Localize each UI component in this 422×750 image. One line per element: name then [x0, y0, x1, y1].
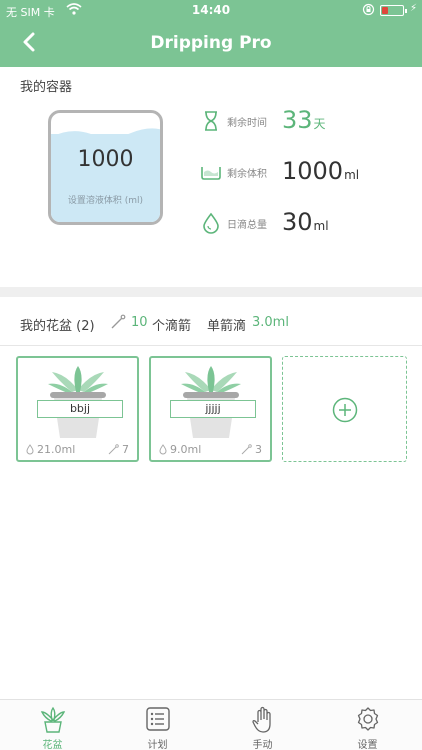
header-bar: 无 SIM 卡 14:40 ⚡ Dripping Pro — [0, 0, 422, 67]
droplet-icon — [203, 212, 219, 234]
pot-volume: 9.0ml — [159, 443, 201, 456]
stat-label: 日滴总量 — [227, 220, 267, 231]
charging-icon: ⚡ — [410, 3, 418, 14]
tab-label: 计划 — [147, 740, 168, 750]
stat-value: 1000ml — [282, 157, 360, 185]
rotation-lock-icon — [362, 3, 375, 19]
tab-bar: 花盆 计划 手动 设置 — [0, 699, 422, 750]
stat-value: 33天 — [282, 106, 326, 134]
hand-icon — [252, 706, 271, 733]
pot-arrow-count: 7 — [108, 443, 129, 456]
tab-label: 手动 — [252, 740, 273, 750]
arrow-count: 10 — [131, 315, 148, 330]
status-bar: 无 SIM 卡 14:40 ⚡ — [0, 0, 422, 22]
tab-manual[interactable]: 手动 — [210, 700, 315, 750]
battery-icon — [380, 5, 407, 16]
water-wave — [51, 128, 160, 141]
stat-remaining-volume: 剩余体积 1000ml — [200, 157, 410, 187]
stat-daily-total: 日滴总量 30ml — [200, 208, 410, 238]
pot-card[interactable]: bbjj 21.0ml 7 — [16, 356, 139, 462]
tab-label: 设置 — [357, 740, 378, 750]
single-drip-value: 3.0ml — [252, 315, 289, 330]
pots-section-title: 我的花盆 (2) — [20, 319, 95, 334]
page-title: Dripping Pro — [150, 33, 272, 53]
hourglass-icon — [205, 111, 217, 131]
plan-list-icon — [146, 707, 170, 731]
pot-name: bbjj — [37, 400, 123, 418]
droplet-icon — [26, 444, 34, 455]
divider-line — [0, 345, 422, 346]
tab-plan[interactable]: 计划 — [105, 700, 210, 750]
gear-icon — [357, 707, 379, 731]
container-section-title: 我的容器 — [20, 80, 73, 95]
section-divider — [0, 287, 422, 297]
pot-arrow-count: 3 — [241, 443, 262, 456]
tank-volume-hint: 设置溶液体积 (ml) — [67, 196, 144, 206]
tab-settings[interactable]: 设置 — [315, 700, 420, 750]
pot-name: jjjjj — [170, 400, 256, 418]
dripper-icon — [110, 314, 126, 334]
plant-icon — [40, 706, 66, 733]
status-time: 14:40 — [191, 3, 231, 17]
tab-label: 花盆 — [42, 740, 63, 750]
single-drip-label: 单箭滴 — [207, 319, 247, 334]
stat-value: 30ml — [282, 208, 329, 236]
dripper-icon — [108, 444, 119, 455]
dripper-icon — [241, 444, 252, 455]
pots-summary-row: 我的花盆 (2) 10 个滴箭 单箭滴 3.0ml — [0, 311, 422, 335]
pot-volume: 21.0ml — [26, 443, 75, 456]
pot-card[interactable]: jjjjj 9.0ml 3 — [149, 356, 272, 462]
stat-label: 剩余时间 — [227, 118, 267, 129]
add-pot-button[interactable] — [282, 356, 407, 462]
stat-remaining-time: 剩余时间 33天 — [200, 106, 410, 136]
tank-volume-value: 1000 — [77, 147, 134, 172]
droplet-icon — [159, 444, 167, 455]
container-icon — [201, 167, 221, 180]
arrow-label: 个滴箭 — [152, 319, 192, 334]
plus-circle-icon — [332, 397, 358, 423]
tank-volume-button[interactable]: 1000 设置溶液体积 (ml) — [48, 110, 163, 225]
tab-pots[interactable]: 花盆 — [0, 700, 105, 750]
stat-label: 剩余体积 — [227, 169, 267, 180]
